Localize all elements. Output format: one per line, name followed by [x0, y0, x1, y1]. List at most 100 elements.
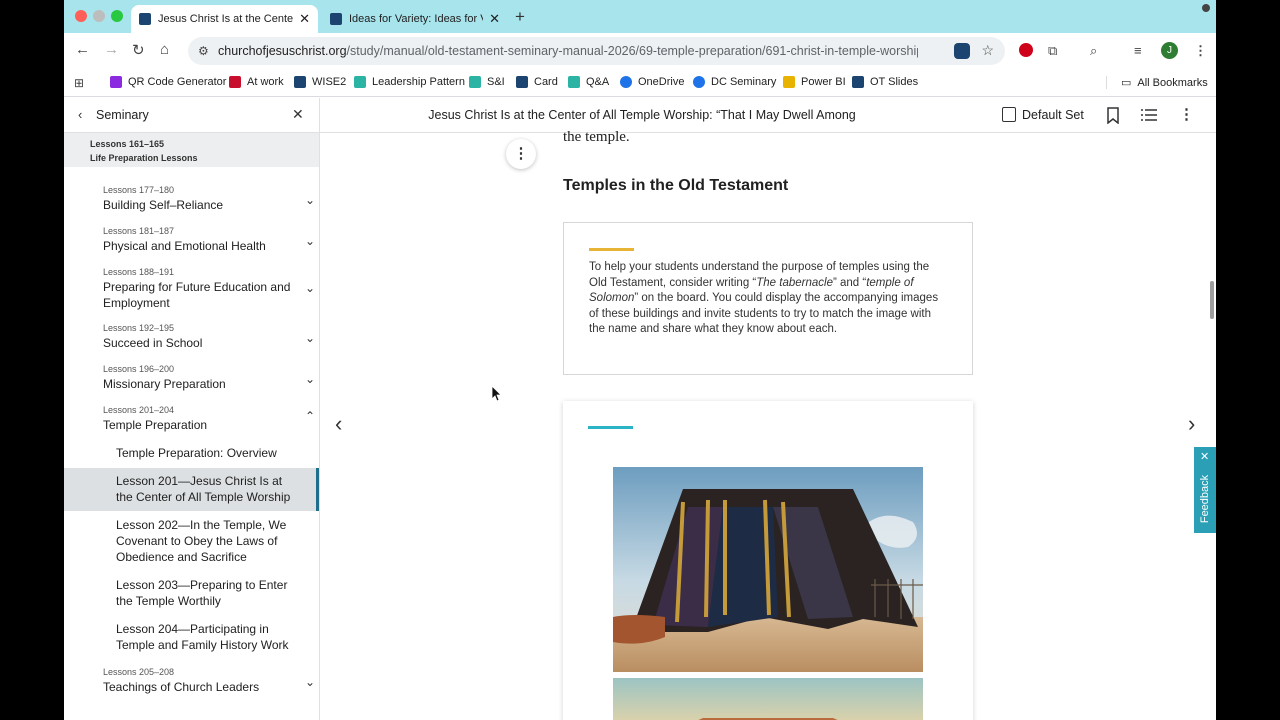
note-text: ” and “: [832, 276, 867, 289]
reload-icon[interactable]: ↻: [132, 41, 145, 59]
site-info-icon[interactable]: ⚙: [198, 44, 209, 58]
close-window-button[interactable]: [75, 10, 87, 22]
wise2-icon: [294, 76, 306, 88]
bookmark-icon[interactable]: [1106, 107, 1120, 124]
book-icon: [1002, 107, 1016, 122]
home-icon[interactable]: ⌂: [160, 41, 169, 58]
chevron-down-icon: ⌄: [304, 331, 315, 345]
all-bookmarks-label: All Bookmarks: [1137, 76, 1208, 89]
sidebar-item-temple-overview[interactable]: Temple Preparation: Overview: [64, 444, 319, 470]
image-card: [563, 401, 973, 720]
close-sidebar-icon[interactable]: ✕: [292, 106, 304, 123]
bookmark-label: OneDrive: [638, 76, 685, 88]
apps-grid-icon[interactable]: ⊞: [74, 76, 84, 90]
tab-search-icon[interactable]: [1202, 4, 1210, 12]
dc-seminary-icon: [693, 76, 705, 88]
more-options-icon[interactable]: ⋮: [1179, 105, 1194, 123]
contents-list-icon[interactable]: [1140, 108, 1158, 122]
sidebar-group-school[interactable]: Lessons 192–195 Succeed in School ⌄: [103, 323, 315, 351]
bookmark-label: Q&A: [586, 76, 610, 88]
browser-menu-icon[interactable]: ⋮: [1194, 43, 1207, 59]
media-control-icon[interactable]: ≡: [1134, 43, 1142, 58]
teacher-note-text: To help your students understand the pur…: [589, 260, 949, 338]
sidebar-item-lesson-204[interactable]: Lesson 204—Participating in Temple and F…: [64, 621, 319, 655]
bookmark-q-and-a[interactable]: Q&A: [568, 76, 609, 88]
bookmark-card[interactable]: Card: [516, 76, 558, 88]
teacher-note-card: To help your students understand the pur…: [563, 222, 973, 375]
tab-title: Ideas for Variety: Ideas for Variety: [349, 13, 483, 25]
bookmark-dc-seminary[interactable]: DC Seminary: [693, 76, 776, 88]
chevron-left-icon[interactable]: ‹: [78, 107, 82, 122]
seminary-back-link[interactable]: Seminary: [96, 108, 149, 122]
sidebar-item-lesson-201[interactable]: Lesson 201—Jesus Christ Is at the Center…: [64, 468, 319, 511]
sidebar-group-missionary[interactable]: Lessons 196–200 Missionary Preparation ⌄: [103, 364, 315, 392]
default-set-button[interactable]: Default Set: [1002, 107, 1084, 122]
chevron-down-icon: ⌄: [304, 234, 315, 248]
sidebar-item-lesson-203[interactable]: Lesson 203—Preparing to Enter the Temple…: [64, 577, 319, 611]
page-scrollbar[interactable]: [1210, 281, 1214, 319]
sticky-section-header[interactable]: Lessons 161–165 Life Preparation Lessons: [64, 133, 319, 167]
group-lessons-range: Lessons 181–187: [103, 226, 175, 236]
close-tab-icon[interactable]: ✕: [489, 11, 500, 27]
sidebar-group-education[interactable]: Lessons 188–191 Preparing for Future Edu…: [103, 267, 315, 311]
sidebar-item-lesson-202[interactable]: Lesson 202—In the Temple, We Covenant to…: [64, 517, 319, 567]
minimize-window-button[interactable]: [93, 10, 105, 22]
chevron-down-icon: ⌄: [304, 372, 315, 386]
url-path: /study/manual/old-testament-seminary-man…: [346, 44, 918, 58]
extension-red-icon[interactable]: [1019, 43, 1033, 57]
bookmark-label: WISE2: [312, 76, 347, 88]
tab-ideas-for-variety[interactable]: Ideas for Variety: Ideas for Variety ✕: [322, 5, 508, 33]
url-text: churchofjesuschrist.org/study/manual/old…: [218, 44, 918, 58]
bookmark-at-work[interactable]: At work: [229, 76, 284, 88]
profile-avatar[interactable]: J: [1161, 42, 1178, 59]
tab-lesson-201[interactable]: Jesus Christ Is at the Center of All Tem…: [131, 5, 318, 33]
bookmark-leadership[interactable]: Leadership Pattern: [354, 76, 465, 88]
back-arrow-icon[interactable]: ←: [75, 41, 90, 58]
close-feedback-icon[interactable]: ✕: [1200, 450, 1209, 463]
bookmark-power-bi[interactable]: Power BI: [783, 76, 846, 88]
folder-icon: ▭: [1121, 77, 1132, 89]
sidebar-group-church-leaders[interactable]: Lessons 205–208 Teachings of Church Lead…: [103, 667, 315, 695]
bookmark-s-and-i[interactable]: S&I: [469, 76, 505, 88]
bookmark-label: At work: [247, 76, 284, 88]
group-name: Temple Preparation: [103, 418, 208, 432]
new-tab-icon[interactable]: +: [515, 7, 525, 27]
tab-strip: Jesus Christ Is at the Center of All Tem…: [64, 0, 1216, 33]
group-lessons-range: Lessons 177–180: [103, 185, 175, 195]
sidebar-group-health[interactable]: Lessons 181–187 Physical and Emotional H…: [103, 226, 315, 254]
image-accent-bar: [588, 426, 633, 429]
browser-toolbar: ← → ↻ ⌂ ⚙ churchofjesuschrist.org/study/…: [64, 33, 1216, 69]
bookmark-wise2[interactable]: WISE2: [294, 76, 346, 88]
group-lessons-range: Lessons 188–191: [103, 267, 175, 277]
group-name: Building Self–Reliance: [103, 198, 224, 212]
next-page-arrow-icon[interactable]: ›: [1188, 411, 1195, 437]
extensions-puzzle-icon[interactable]: ⧉: [1048, 43, 1057, 59]
bookmark-onedrive[interactable]: OneDrive: [620, 76, 684, 88]
bookmark-qr-code[interactable]: QR Code Generator: [110, 76, 226, 88]
maximize-window-button[interactable]: [111, 10, 123, 22]
close-tab-icon[interactable]: ✕: [299, 11, 310, 27]
paragraph-options-button[interactable]: ⋮: [506, 139, 536, 169]
forward-arrow-icon[interactable]: →: [104, 41, 119, 58]
church-favicon-icon: [139, 13, 151, 25]
group-lessons-range: Lessons 205–208: [103, 667, 175, 677]
address-bar[interactable]: ⚙ churchofjesuschrist.org/study/manual/o…: [188, 37, 1005, 65]
chevron-up-icon: ⌃: [304, 409, 315, 423]
page-title: Jesus Christ Is at the Center of All Tem…: [428, 108, 856, 122]
all-bookmarks-button[interactable]: ▭ All Bookmarks: [1106, 76, 1208, 89]
bookmark-ot-slides[interactable]: OT Slides: [852, 76, 918, 88]
bookmark-star-icon[interactable]: ☆: [981, 42, 994, 59]
sidebar-group-temple-preparation[interactable]: Lessons 201–204 Temple Preparation ⌃: [103, 405, 315, 433]
feedback-tab[interactable]: ✕ Feedback: [1194, 447, 1216, 533]
onedrive-icon: [620, 76, 632, 88]
default-set-label: Default Set: [1022, 107, 1084, 122]
ot-slides-icon: [852, 76, 864, 88]
bookmark-label: Card: [534, 76, 558, 88]
note-accent-bar: [589, 248, 634, 251]
search-tab-icon[interactable]: ⌕: [1090, 43, 1097, 59]
sidebar-group-self-reliance[interactable]: Lessons 177–180 Building Self–Reliance ⌄: [103, 185, 315, 213]
temple-of-solomon-image[interactable]: [613, 678, 923, 720]
previous-page-arrow-icon[interactable]: ‹: [335, 411, 342, 437]
tabernacle-image[interactable]: [613, 467, 923, 672]
extension-page-icon[interactable]: [954, 43, 970, 59]
